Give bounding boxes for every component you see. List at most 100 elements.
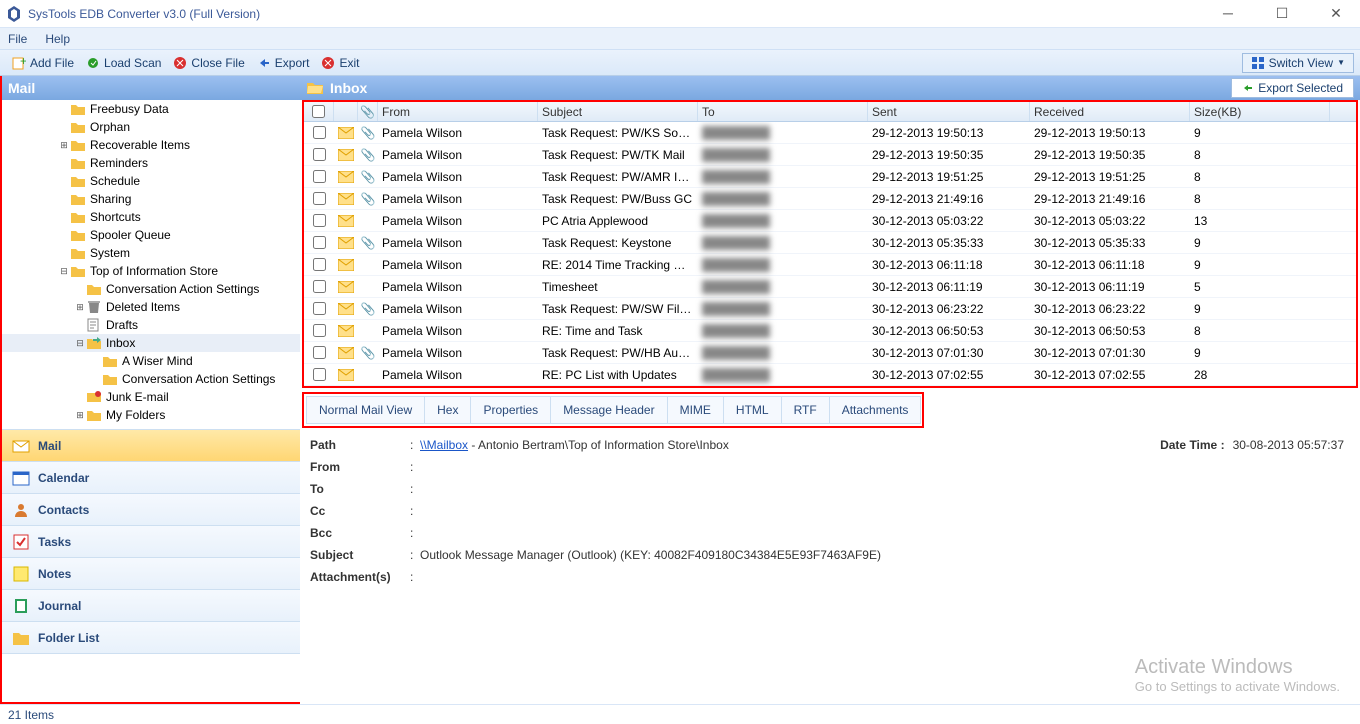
maximize-button[interactable]: ☐ [1264, 5, 1300, 22]
cell-size: 9 [1190, 346, 1330, 360]
folder-tree[interactable]: Freebusy DataOrphan⊞Recoverable ItemsRem… [2, 100, 300, 430]
toolbar-exit[interactable]: Exit [315, 54, 365, 72]
tree-item[interactable]: Schedule [2, 172, 300, 190]
export-selected-button[interactable]: Export Selected [1231, 78, 1354, 98]
row-checkbox[interactable] [313, 192, 326, 205]
tree-item[interactable]: ⊟Top of Information Store [2, 262, 300, 280]
col-to[interactable]: To [698, 102, 868, 121]
envelope-icon [338, 369, 354, 381]
cell-received: 30-12-2013 06:23:22 [1030, 302, 1190, 316]
tree-item[interactable]: Reminders [2, 154, 300, 172]
row-checkbox[interactable] [313, 236, 326, 249]
tree-expand-icon[interactable]: ⊞ [74, 302, 86, 313]
tree-expand-icon[interactable]: ⊟ [58, 266, 70, 277]
tree-item-label: A Wiser Mind [122, 354, 193, 368]
tree-item[interactable]: Conversation Action Settings [2, 280, 300, 298]
nav-item-folder-list[interactable]: Folder List [2, 622, 300, 654]
tree-item[interactable]: Junk E-mail [2, 388, 300, 406]
col-checkbox[interactable] [304, 102, 334, 121]
cell-sent: 29-12-2013 19:50:13 [868, 126, 1030, 140]
mail-row[interactable]: Pamela WilsonPC Atria Applewood████████3… [304, 210, 1356, 232]
tree-item[interactable]: ⊞My Folders [2, 406, 300, 424]
tree-item[interactable]: ⊞Deleted Items [2, 298, 300, 316]
tab-hex[interactable]: Hex [424, 396, 471, 424]
col-sent[interactable]: Sent [868, 102, 1030, 121]
col-received[interactable]: Received [1030, 102, 1190, 121]
cell-subject: Task Request: PW/HB Audiol... [538, 346, 698, 360]
mail-row[interactable]: 📎Pamela WilsonTask Request: PW/Buss GC██… [304, 188, 1356, 210]
row-checkbox[interactable] [313, 170, 326, 183]
toolbar-close-file[interactable]: Close File [167, 54, 250, 72]
nav-item-calendar[interactable]: Calendar [2, 462, 300, 494]
mail-row[interactable]: 📎Pamela WilsonTask Request: PW/AMR Invoi… [304, 166, 1356, 188]
row-checkbox[interactable] [313, 324, 326, 337]
tab-message-header[interactable]: Message Header [550, 396, 667, 424]
tree-item[interactable]: System [2, 244, 300, 262]
nav-item-tasks[interactable]: Tasks [2, 526, 300, 558]
col-attachment[interactable]: 📎 [358, 102, 378, 121]
nav-item-journal[interactable]: Journal [2, 590, 300, 622]
menu-help[interactable]: Help [45, 32, 70, 46]
tab-mime[interactable]: MIME [667, 396, 724, 424]
col-from[interactable]: From [378, 102, 538, 121]
cell-to: ████████ [698, 302, 868, 316]
tree-item[interactable]: Freebusy Data [2, 100, 300, 118]
nav-item-mail[interactable]: Mail [2, 430, 300, 462]
tree-item[interactable]: ⊞Recoverable Items [2, 136, 300, 154]
close-button[interactable]: ✕ [1318, 5, 1354, 22]
tab-properties[interactable]: Properties [470, 396, 551, 424]
mail-row[interactable]: 📎Pamela WilsonTask Request: PW/HB Audiol… [304, 342, 1356, 364]
mail-row[interactable]: Pamela WilsonRE: Time and Task████████30… [304, 320, 1356, 342]
tab-normal-mail-view[interactable]: Normal Mail View [306, 396, 425, 424]
toolbar-switch-view[interactable]: Switch View ▼ [1242, 53, 1354, 73]
tab-attachments[interactable]: Attachments [829, 396, 922, 424]
cell-from: Pamela Wilson [378, 236, 538, 250]
mail-row[interactable]: 📎Pamela WilsonTask Request: PW/SW File t… [304, 298, 1356, 320]
row-checkbox[interactable] [313, 302, 326, 315]
tree-expand-icon[interactable]: ⊟ [74, 338, 86, 349]
mail-row[interactable]: Pamela WilsonRE: PC List with Updates███… [304, 364, 1356, 386]
tab-rtf[interactable]: RTF [781, 396, 830, 424]
row-checkbox[interactable] [313, 368, 326, 381]
tree-item[interactable]: Shortcuts [2, 208, 300, 226]
nav-item-label: Tasks [38, 535, 71, 549]
tree-item[interactable]: Sharing [2, 190, 300, 208]
mail-row[interactable]: 📎Pamela WilsonTask Request: Keystone████… [304, 232, 1356, 254]
mail-row[interactable]: Pamela WilsonTimesheet████████30-12-2013… [304, 276, 1356, 298]
tasks-icon [12, 533, 30, 551]
cell-from: Pamela Wilson [378, 324, 538, 338]
tree-item[interactable]: Drafts [2, 316, 300, 334]
row-checkbox[interactable] [313, 346, 326, 359]
tree-item-label: Spooler Queue [90, 228, 171, 242]
toolbar-load-scan[interactable]: Load Scan [80, 54, 167, 72]
tree-item[interactable]: Orphan [2, 118, 300, 136]
tree-item[interactable]: ⊟Inbox [2, 334, 300, 352]
row-checkbox[interactable] [313, 280, 326, 293]
toolbar-add-file[interactable]: + Add File [6, 54, 80, 72]
minimize-button[interactable]: ─ [1210, 5, 1246, 22]
col-flag[interactable] [334, 102, 358, 121]
mail-row[interactable]: 📎Pamela WilsonTask Request: PW/KS Social… [304, 122, 1356, 144]
row-checkbox[interactable] [313, 148, 326, 161]
tree-item[interactable]: A Wiser Mind [2, 352, 300, 370]
nav-item-notes[interactable]: Notes [2, 558, 300, 590]
tree-expand-icon[interactable]: ⊞ [58, 140, 70, 151]
row-checkbox[interactable] [313, 126, 326, 139]
tree-expand-icon[interactable]: ⊞ [74, 410, 86, 421]
preview-tabs: Normal Mail ViewHexPropertiesMessage Hea… [302, 392, 924, 428]
select-all-checkbox[interactable] [312, 105, 325, 118]
col-subject[interactable]: Subject [538, 102, 698, 121]
row-checkbox[interactable] [313, 258, 326, 271]
toolbar-export[interactable]: Export [251, 54, 316, 72]
mail-row[interactable]: 📎Pamela WilsonTask Request: PW/TK Mail██… [304, 144, 1356, 166]
nav-item-contacts[interactable]: Contacts [2, 494, 300, 526]
tree-item[interactable]: Spooler Queue [2, 226, 300, 244]
detail-path-link[interactable]: \\Mailbox [420, 438, 468, 452]
col-size[interactable]: Size(KB) [1190, 102, 1330, 121]
tab-html[interactable]: HTML [723, 396, 782, 424]
mail-row[interactable]: Pamela WilsonRE: 2014 Time Tracking Cynt… [304, 254, 1356, 276]
menu-file[interactable]: File [8, 32, 27, 46]
folder-icon [86, 408, 102, 422]
row-checkbox[interactable] [313, 214, 326, 227]
tree-item[interactable]: Conversation Action Settings [2, 370, 300, 388]
